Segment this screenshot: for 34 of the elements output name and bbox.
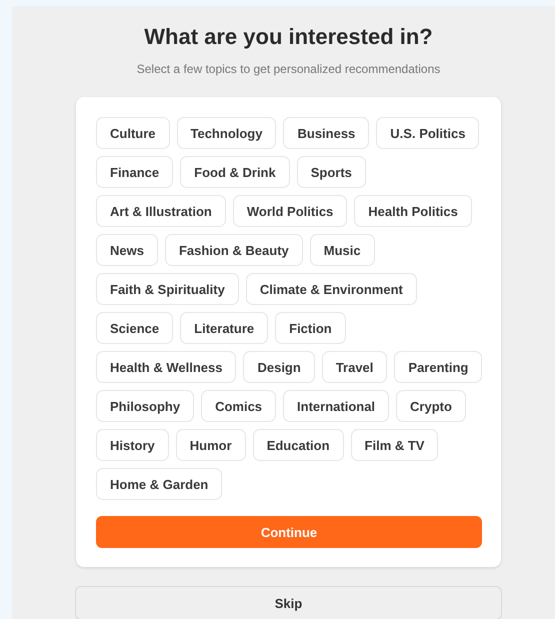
topic-chip[interactable]: Home & Garden [96, 468, 222, 500]
topic-chip[interactable]: Health & Wellness [96, 351, 236, 383]
topic-chip[interactable]: Business [283, 117, 370, 149]
topic-chip[interactable]: Parenting [394, 351, 482, 383]
page-heading: What are you interested in? [144, 23, 433, 51]
topic-chip[interactable]: Music [310, 234, 375, 266]
topic-chip[interactable]: Art & Illustration [96, 195, 226, 227]
topic-chip[interactable]: Climate & Environment [246, 273, 417, 305]
topic-chip[interactable]: Food & Drink [180, 156, 290, 188]
topic-chip[interactable]: Design [243, 351, 315, 383]
topic-chip[interactable]: Education [252, 429, 344, 461]
topic-chip[interactable]: Culture [96, 117, 170, 149]
topic-chip[interactable]: Science [96, 312, 174, 344]
topic-chip[interactable]: Philosophy [96, 390, 194, 422]
topic-chip[interactable]: Humor [176, 429, 246, 461]
topic-chip[interactable]: U.S. Politics [376, 117, 480, 149]
topic-chip[interactable]: Travel [322, 351, 388, 383]
topic-chip[interactable]: Finance [96, 156, 174, 188]
skip-button[interactable]: Skip [75, 586, 502, 619]
topic-chip[interactable]: Literature [180, 312, 268, 344]
topic-chip[interactable]: Film & TV [350, 429, 438, 461]
topic-chip[interactable]: International [283, 390, 390, 422]
topic-chip[interactable]: Fashion & Beauty [164, 234, 303, 266]
topic-chip[interactable]: Faith & Spirituality [96, 273, 239, 305]
topic-chip[interactable]: History [96, 429, 169, 461]
topic-chip[interactable]: Sports [296, 156, 366, 188]
topic-chip[interactable]: Technology [176, 117, 276, 149]
topic-chip[interactable]: Health Politics [354, 195, 472, 227]
topic-chip[interactable]: Crypto [396, 390, 466, 422]
topic-chip[interactable]: News [96, 234, 158, 266]
topic-chip[interactable]: World Politics [232, 195, 348, 227]
topic-chip[interactable]: Fiction [275, 312, 346, 344]
topic-chip[interactable]: Comics [201, 390, 276, 422]
page-subheading: Select a few topics to get personalized recommendations [136, 61, 440, 77]
